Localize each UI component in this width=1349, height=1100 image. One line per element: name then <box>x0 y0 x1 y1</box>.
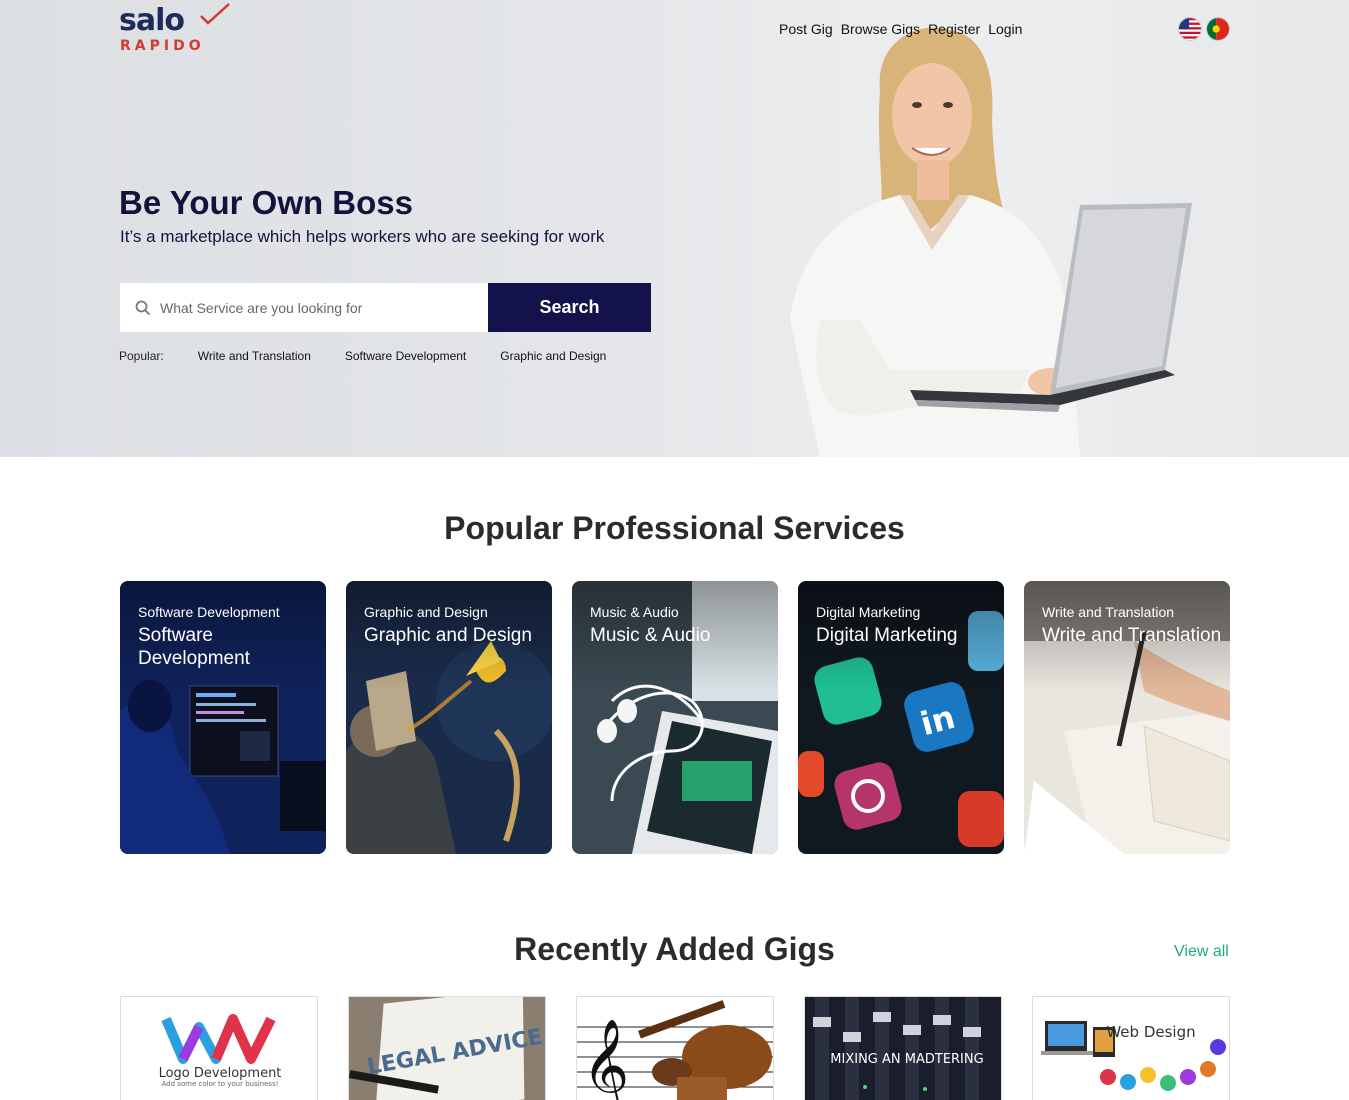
top-nav: Post Gig Browse Gigs Register Login <box>779 20 1022 38</box>
logo-text-rapido: RAPIDO <box>120 38 205 54</box>
search-bar: Search <box>120 283 651 332</box>
mixing-mastering-caption: MIXING AN MADTERING <box>830 1052 983 1067</box>
nav-post-gig[interactable]: Post Gig <box>779 20 833 38</box>
legal-advice-image: LEGAL ADVICE <box>349 997 545 1100</box>
service-card-graphic-design[interactable]: Graphic and Design Graphic and Design <box>346 581 552 854</box>
language-switcher <box>1178 17 1230 41</box>
gigs-section-title: Recently Added Gigs <box>514 931 835 967</box>
view-all-link[interactable]: View all <box>1174 942 1229 962</box>
popular-link-graphic-design[interactable]: Graphic and Design <box>500 348 606 364</box>
woman-with-laptop-image <box>790 27 1192 457</box>
card-category-label: Write and Translation <box>1042 604 1175 620</box>
hero-title: Be Your Own Boss <box>119 184 414 221</box>
search-input[interactable] <box>160 299 480 316</box>
card-title: Digital Marketing <box>816 625 958 646</box>
svg-text:𝄞: 𝄞 <box>582 1018 629 1100</box>
logo-text-salo: salo <box>119 3 185 38</box>
logo-development-caption: Logo Development <box>159 1066 282 1081</box>
gig-card[interactable]: 𝄞 <box>576 996 774 1100</box>
mixing-mastering-image: MIXING AN MADTERING <box>805 997 1001 1100</box>
service-card-music-audio[interactable]: Music & Audio Music & Audio <box>572 581 778 854</box>
gig-card[interactable]: Logo Development Add some color to your … <box>120 996 318 1100</box>
card-category-label: Graphic and Design <box>364 604 488 620</box>
card-title: Music & Audio <box>590 625 711 646</box>
portugal-flag-icon[interactable] <box>1206 17 1230 41</box>
service-card-software-development[interactable]: Software Development Software Developmen… <box>120 581 326 854</box>
hero-banner: salo RAPIDO Post Gig Browse Gigs Registe… <box>0 0 1349 457</box>
services-cards: Software Development Software Developmen… <box>120 581 1230 854</box>
web-design-image: Web Design <box>1033 997 1229 1100</box>
nav-register[interactable]: Register <box>928 20 980 38</box>
nav-login[interactable]: Login <box>988 20 1022 38</box>
us-flag-icon[interactable] <box>1178 17 1202 41</box>
web-design-caption: Web Design <box>1106 1023 1195 1041</box>
popular-link-write-translation[interactable]: Write and Translation <box>198 348 311 364</box>
popular-searches: Popular: Write and Translation Software … <box>119 348 640 364</box>
gig-card[interactable]: LEGAL ADVICE <box>348 996 546 1100</box>
logo-development-tagline: Add some color to your business! <box>161 1080 278 1088</box>
card-title: Software Development <box>138 625 250 669</box>
popular-label: Popular: <box>119 349 164 363</box>
card-category-label: Digital Marketing <box>816 604 921 620</box>
logo[interactable]: salo RAPIDO <box>119 3 231 56</box>
card-title: Write and Translation <box>1042 625 1222 646</box>
service-card-write-translation[interactable]: Write and Translation Write and Translat… <box>1024 581 1230 854</box>
popular-link-software-development[interactable]: Software Development <box>345 348 466 364</box>
checkmark-icon <box>200 3 230 25</box>
hero-subtitle: It’s a marketplace which helps workers w… <box>120 227 605 246</box>
card-category-label: Software Development <box>138 604 280 620</box>
services-section-title: Popular Professional Services <box>444 510 905 546</box>
search-field <box>120 283 488 332</box>
gig-card[interactable]: Web Design <box>1032 996 1230 1100</box>
service-card-digital-marketing[interactable]: in Digital Marketing Digital Marketing <box>798 581 1004 854</box>
gigs-list: Logo Development Add some color to your … <box>120 996 1230 1100</box>
nav-browse-gigs[interactable]: Browse Gigs <box>841 20 920 38</box>
search-button[interactable]: Search <box>488 283 651 332</box>
card-title: Graphic and Design <box>364 625 532 646</box>
card-category-label: Music & Audio <box>590 604 679 620</box>
search-icon <box>135 300 151 315</box>
music-instruments-image: 𝄞 <box>577 997 773 1100</box>
logo-development-image: Logo Development Add some color to your … <box>121 997 317 1100</box>
gig-card[interactable]: MIXING AN MADTERING <box>804 996 1002 1100</box>
